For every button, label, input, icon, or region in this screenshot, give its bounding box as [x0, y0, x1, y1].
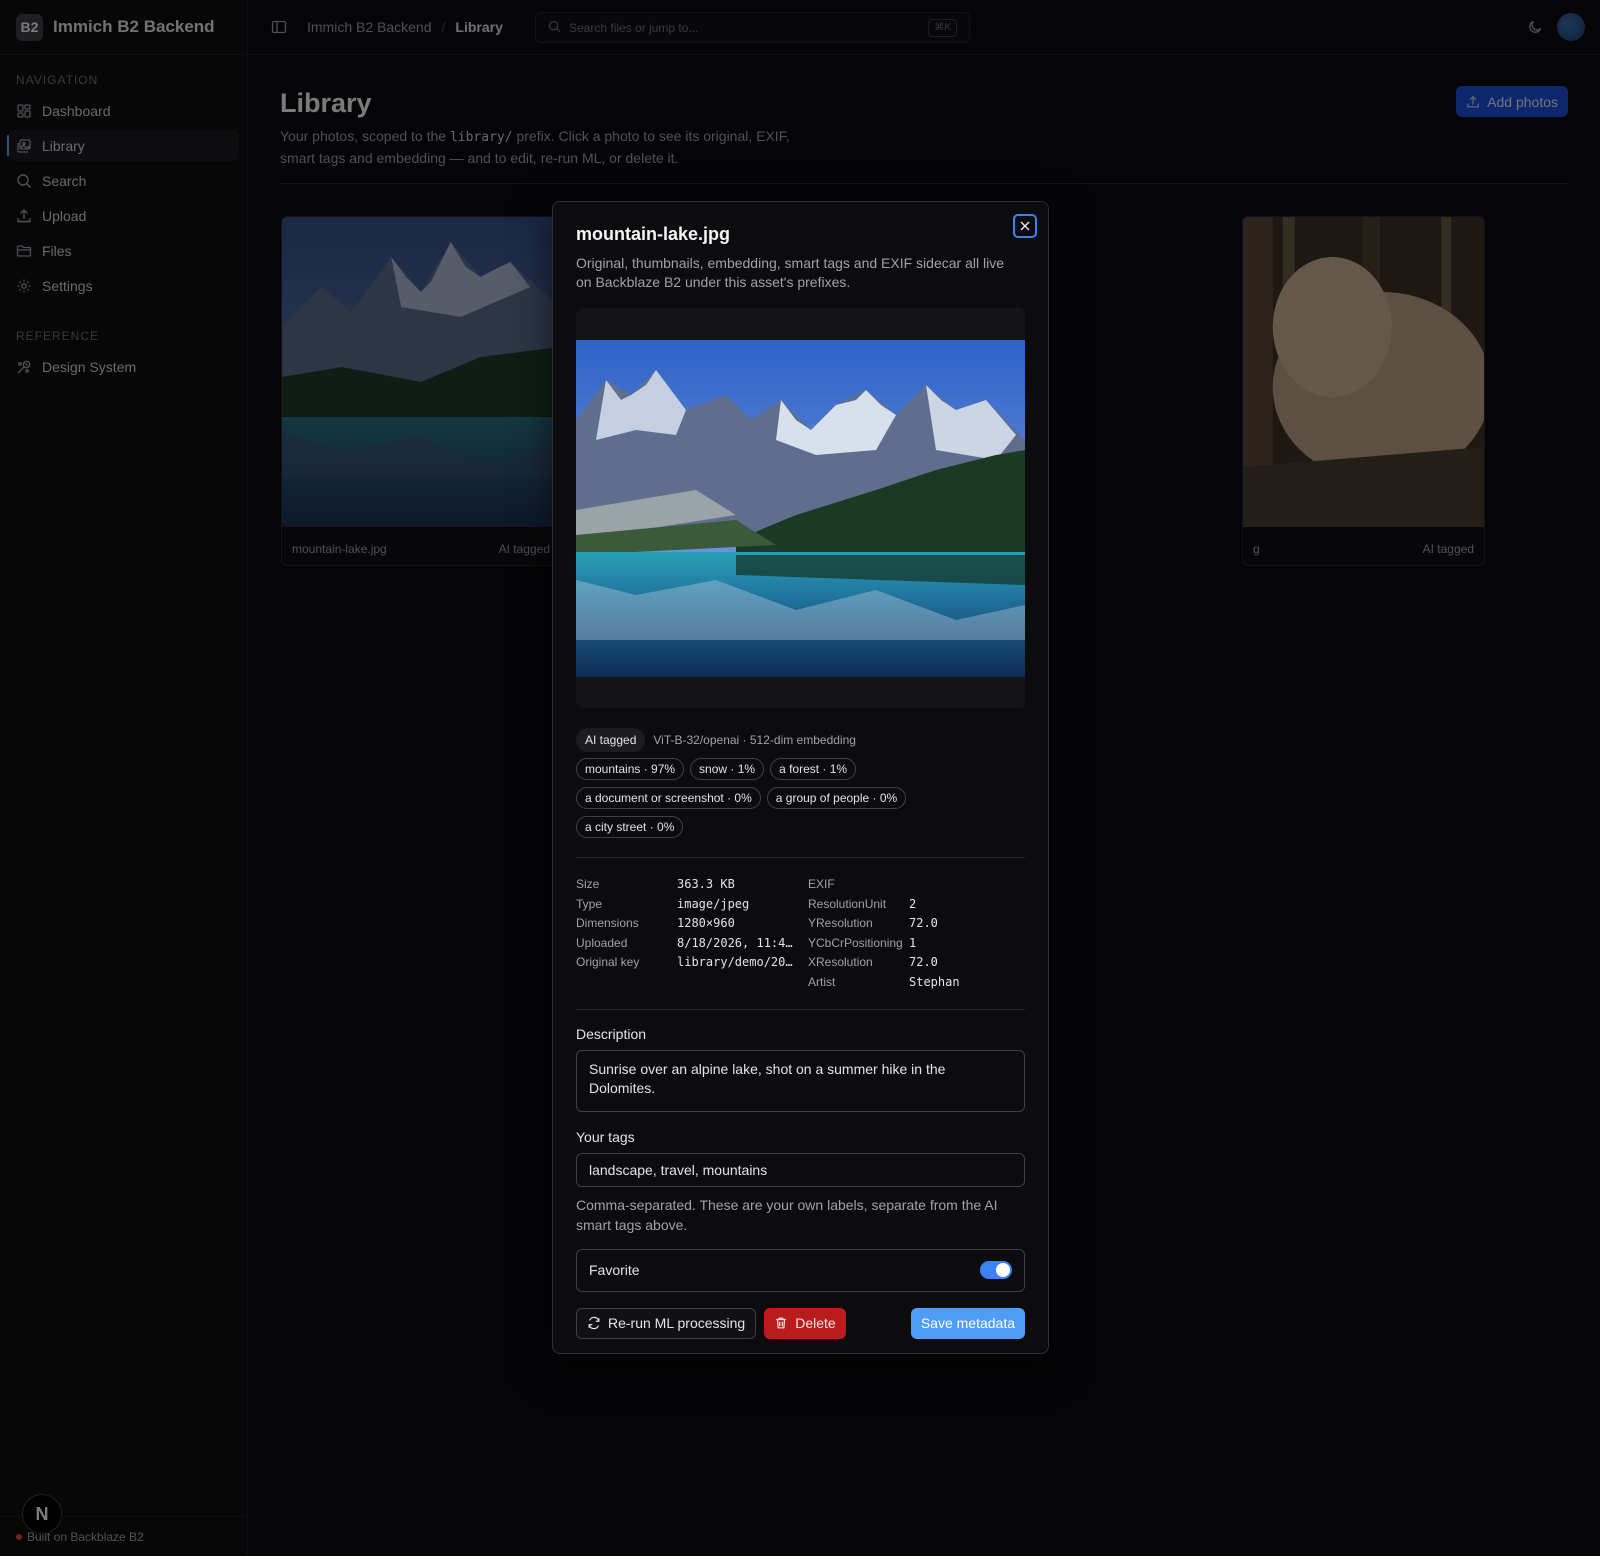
- description-label: Description: [576, 1025, 647, 1042]
- dialog-actions: Re-run ML processing Delete Save metadat…: [576, 1307, 1025, 1339]
- meta-key: Original key: [576, 955, 640, 970]
- exif-key: YResolution: [808, 916, 873, 931]
- exif-key: ResolutionUnit: [808, 896, 887, 911]
- photo-preview: [576, 308, 1025, 708]
- refresh-icon: [588, 1316, 600, 1330]
- ml-info-row: AI tagged ViT-B-32/openai · 512-dim embe…: [576, 728, 1025, 752]
- close-button[interactable]: [1013, 214, 1037, 238]
- meta-value: 1280×960: [677, 916, 735, 931]
- model-info: ViT-B-32/openai · 512-dim embedding: [653, 733, 856, 747]
- exif-value: 72.0: [909, 916, 938, 931]
- exif-keys: EXIF ResolutionUnit YResolution YCbCrPos…: [808, 875, 909, 993]
- divider: [576, 1008, 1025, 1010]
- exif-heading: EXIF: [808, 877, 835, 891]
- dialog-title: mountain-lake.jpg: [576, 224, 731, 244]
- ai-tagged-badge: AI tagged: [576, 728, 646, 752]
- preview-image: [576, 339, 1025, 677]
- meta-key: Uploaded: [576, 935, 628, 950]
- smart-tag: a forest · 1%: [770, 758, 857, 780]
- favorite-row: Favorite: [576, 1248, 1025, 1292]
- tags-field: Your tags Comma-separated. These are you…: [576, 1129, 1025, 1235]
- rerun-ml-button[interactable]: Re-run ML processing: [576, 1307, 757, 1339]
- meta-value: image/jpeg: [677, 896, 750, 911]
- smart-tag: a document or screenshot · 0%: [576, 787, 761, 809]
- description-textarea[interactable]: Sunrise over an alpine lake, shot on a s…: [576, 1049, 1025, 1112]
- exif-key: YCbCrPositioning: [808, 935, 903, 950]
- meta-key: Dimensions: [576, 916, 639, 931]
- meta-value: 8/18/2026, 11:4…: [677, 935, 793, 950]
- dialog-description: Original, thumbnails, embedding, smart t…: [576, 255, 1004, 290]
- smart-tag: a group of people · 0%: [766, 787, 907, 809]
- meta-value: 363.3 KB: [677, 877, 735, 891]
- meta-key: Size: [576, 877, 600, 891]
- exif-value: 2: [909, 896, 917, 911]
- delete-button[interactable]: Delete: [764, 1307, 846, 1339]
- exif-values: 2 72.0 1 72.0 Stephan: [909, 875, 960, 993]
- metadata-values: 363.3 KB image/jpeg 1280×960 8/18/2026, …: [677, 875, 808, 993]
- exif-metadata: EXIF ResolutionUnit YResolution YCbCrPos…: [808, 875, 960, 993]
- tags-label: Your tags: [576, 1128, 635, 1145]
- smart-tags: mountains · 97% snow · 1% a forest · 1% …: [576, 758, 1025, 845]
- save-metadata-button[interactable]: Save metadata: [910, 1307, 1025, 1339]
- description-field: Description Sunrise over an alpine lake,…: [576, 1026, 1025, 1115]
- exif-key: Artist: [808, 974, 836, 989]
- file-metadata: Size Type Dimensions Uploaded Original k…: [576, 875, 808, 993]
- tags-hint: Comma-separated. These are your own labe…: [576, 1196, 998, 1233]
- exif-value: 72.0: [909, 955, 938, 970]
- exif-value: 1: [909, 935, 917, 950]
- smart-tag: snow · 1%: [690, 758, 765, 780]
- close-icon: [1020, 221, 1030, 231]
- metadata-keys: Size Type Dimensions Uploaded Original k…: [576, 875, 677, 993]
- metadata-table: Size Type Dimensions Uploaded Original k…: [576, 875, 1025, 993]
- exif-value: Stephan: [909, 974, 960, 989]
- trash-icon: [776, 1317, 787, 1329]
- meta-value: library/demo/20…: [677, 955, 793, 970]
- meta-key: Type: [576, 896, 603, 911]
- asset-detail-dialog: mountain-lake.jpg Original, thumbnails, …: [552, 201, 1049, 1354]
- smart-tag: a city street · 0%: [576, 816, 684, 838]
- exif-key: XResolution: [808, 955, 873, 970]
- favorite-toggle[interactable]: [980, 1261, 1012, 1280]
- save-metadata-label: Save metadata: [920, 1315, 1015, 1332]
- favorite-label: Favorite: [589, 1262, 640, 1279]
- delete-label: Delete: [795, 1315, 836, 1332]
- tags-input[interactable]: [576, 1152, 1025, 1187]
- rerun-ml-label: Re-run ML processing: [608, 1315, 746, 1332]
- exif-spacer: [909, 875, 960, 895]
- smart-tag: mountains · 97%: [576, 758, 685, 780]
- divider: [576, 857, 1025, 858]
